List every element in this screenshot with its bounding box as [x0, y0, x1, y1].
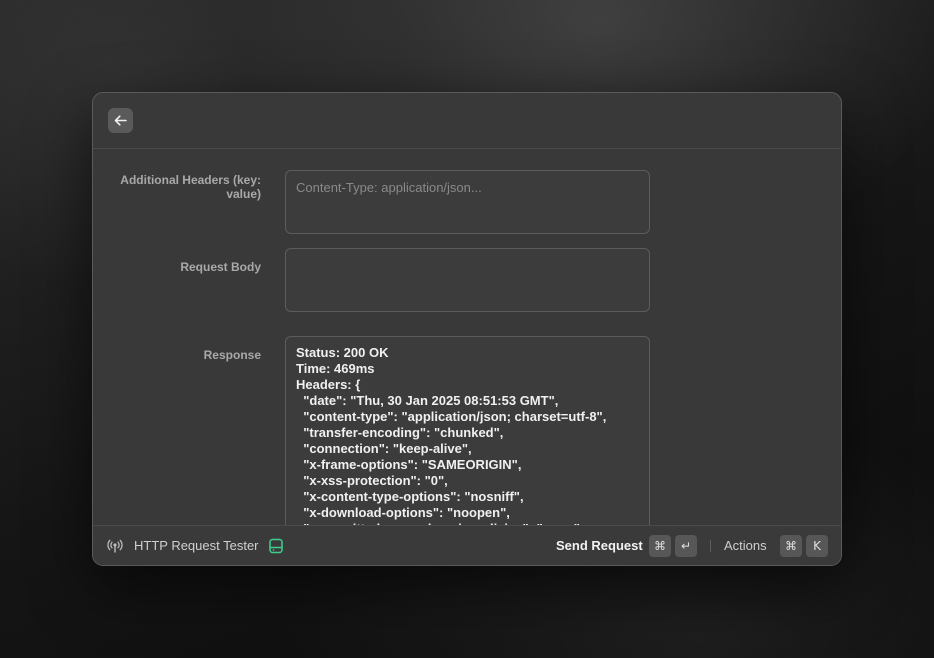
response-line: Time: 469ms [296, 361, 375, 376]
drive-icon[interactable] [268, 538, 284, 554]
response-line: "content-type": "application/json; chars… [296, 409, 607, 424]
back-button[interactable] [108, 108, 133, 133]
response-line: "x-xss-protection": "0", [296, 473, 448, 488]
k-key-badge: K [806, 535, 828, 557]
response-text: Status: 200 OK Time: 469ms Headers: { "dat… [296, 345, 643, 525]
form-content: Additional Headers (key: value) Content-… [93, 150, 841, 525]
broadcast-icon [107, 539, 123, 553]
response-line: "x-content-type-options": "nosniff", [296, 489, 524, 504]
request-body-input[interactable] [285, 248, 650, 312]
headers-placeholder: Content-Type: application/json... [296, 180, 482, 195]
response-line: "connection": "keep-alive", [296, 441, 472, 456]
navigation-bar [93, 93, 841, 149]
actions-button[interactable]: Actions [724, 538, 767, 553]
app-title: HTTP Request Tester [134, 538, 259, 553]
headers-label: Additional Headers (key: value) [120, 173, 261, 201]
response-row: Response Status: 200 OK Time: 469ms Header… [93, 336, 841, 525]
response-line: Headers: { [296, 377, 361, 392]
arrow-left-icon [114, 115, 127, 126]
enter-key-badge: ↵ [675, 535, 697, 557]
body-label: Request Body [180, 260, 261, 274]
headers-row: Additional Headers (key: value) Content-… [93, 160, 841, 234]
response-line: "date": "Thu, 30 Jan 2025 08:51:53 GMT", [296, 393, 559, 408]
response-output[interactable]: Status: 200 OK Time: 469ms Headers: { "dat… [285, 336, 650, 525]
response-label: Response [203, 348, 261, 362]
send-request-button[interactable]: Send Request [556, 538, 643, 553]
cmd-key-badge: ⌘ [780, 535, 802, 557]
response-line: "x-download-options": "noopen", [296, 505, 510, 520]
cmd-key-badge: ⌘ [649, 535, 671, 557]
response-line: Status: 200 OK [296, 345, 389, 360]
divider [710, 540, 711, 552]
action-bar: HTTP Request Tester Send Request ⌘ ↵ Act… [93, 525, 841, 565]
body-row: Request Body [93, 248, 841, 312]
response-line: "x-frame-options": "SAMEORIGIN", [296, 457, 522, 472]
extension-window: Additional Headers (key: value) Content-… [92, 92, 842, 566]
headers-input[interactable]: Content-Type: application/json... [285, 170, 650, 234]
response-line: "transfer-encoding": "chunked", [296, 425, 504, 440]
